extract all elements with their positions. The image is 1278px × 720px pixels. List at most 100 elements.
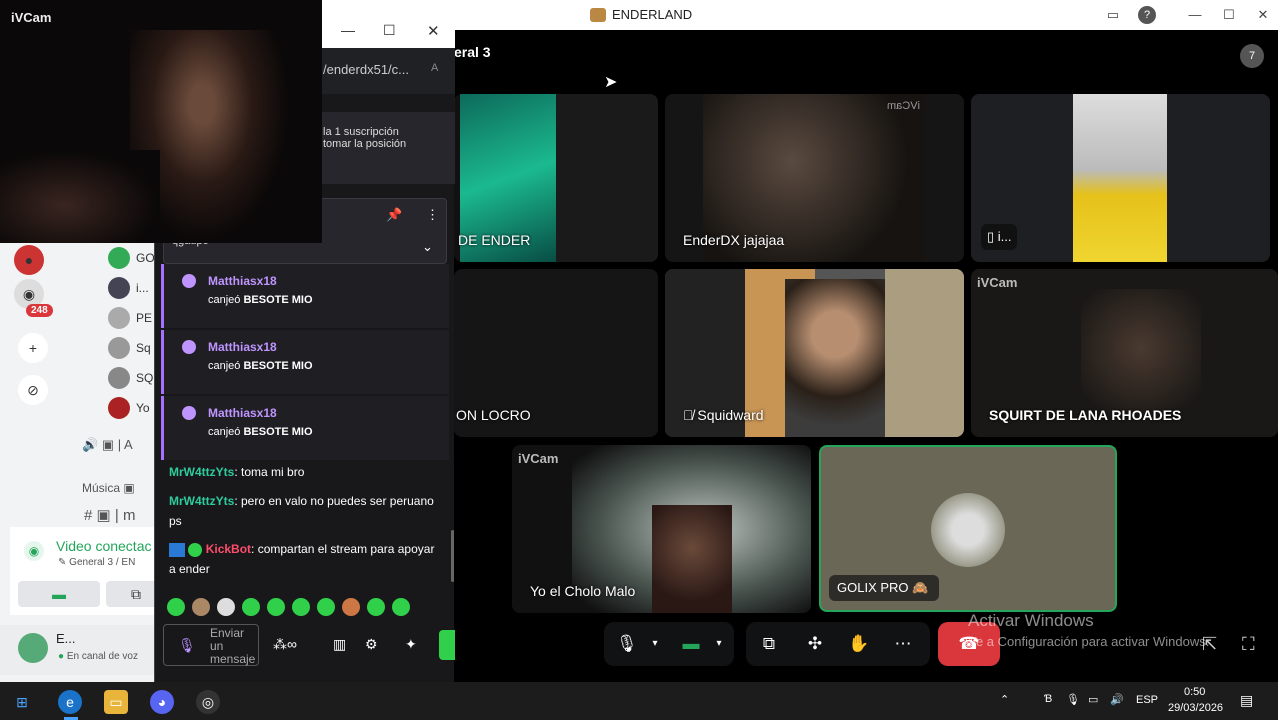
redeem-user[interactable]: Matthiasx18 [208, 340, 277, 354]
url-field[interactable]: /enderdx51/c... [323, 56, 443, 84]
redeem-message: canjeó BESOTE MIO [208, 426, 313, 438]
chat-scrollbar[interactable] [451, 530, 454, 582]
user-status: ● En canal de voz [58, 651, 138, 662]
close-button[interactable]: ✕ [1254, 6, 1272, 24]
microphone-icon[interactable]: 🎙 [616, 622, 638, 666]
chat-user[interactable]: MrW4ttzYts [169, 494, 234, 508]
send-button[interactable] [439, 630, 455, 660]
maximize-button[interactable]: ☐ [1220, 6, 1238, 24]
tray-mic-icon[interactable]: 🎙 [1066, 693, 1080, 706]
badge-icon [169, 542, 185, 557]
redeem-user[interactable]: Matthiasx18 [208, 274, 277, 288]
server-icon[interactable]: ● [14, 245, 44, 275]
emote-icon[interactable] [167, 598, 185, 616]
pin-icon[interactable]: 📌 [386, 207, 402, 223]
emote-icon[interactable] [392, 598, 410, 616]
video-button[interactable]: ▬ [18, 581, 100, 607]
chat-user[interactable]: MrW4ttzYts [169, 465, 234, 479]
video-tile[interactable]: iVCam Yo el Cholo Malo [512, 445, 811, 613]
phone-icon: ▯ [987, 229, 995, 244]
emote-icon[interactable] [192, 598, 210, 616]
avatar[interactable] [18, 633, 48, 663]
voice-user[interactable]: PE [108, 303, 152, 333]
emote-icon[interactable] [292, 598, 310, 616]
emote-icon[interactable] [267, 598, 285, 616]
discover-icon[interactable]: ⊘ [18, 375, 48, 405]
file-explorer-icon[interactable]: ▭ [104, 690, 128, 714]
emote-icon[interactable] [217, 598, 235, 616]
voice-user[interactable]: GO [108, 243, 155, 273]
inbox-icon[interactable]: ▭ [1104, 6, 1122, 24]
video-tile[interactable]: ▯ i... [971, 94, 1270, 262]
community-icon[interactable]: ⁂∞ [273, 636, 297, 653]
add-server-icon[interactable]: + [18, 333, 48, 363]
window-title: ENDERLAND [590, 7, 692, 22]
obs-icon[interactable]: ◎ [196, 690, 220, 714]
microphone-icon[interactable]: 🎙 [178, 637, 196, 654]
voice-user[interactable]: Sq [108, 333, 151, 363]
fullscreen-icon[interactable]: ⛶ [1242, 634, 1255, 655]
ivcam-preview-window[interactable]: iVCam [0, 0, 322, 243]
edge-icon[interactable]: e [58, 690, 82, 714]
avatar [108, 307, 130, 329]
minimize-button[interactable]: — [1186, 6, 1204, 24]
tray-chevron-icon[interactable]: ⌃ [1000, 693, 1009, 706]
chat-user[interactable]: KickBot [206, 542, 251, 556]
video-tile[interactable]: 🎙̸ Squidward [665, 269, 964, 437]
signal-icon[interactable]: ◉ [24, 541, 44, 561]
voice-user[interactable]: i... [108, 273, 149, 303]
camera-icon[interactable]: ▬ [680, 622, 702, 666]
popup-close-button[interactable]: ✕ [427, 22, 440, 40]
emote-icon[interactable] [367, 598, 385, 616]
members-icon[interactable]: 7 [1240, 44, 1264, 68]
emote-icon[interactable] [242, 598, 260, 616]
redeem-message: canjeó BESOTE MIO [208, 360, 313, 372]
settings-icon[interactable]: ⚙ [365, 636, 378, 653]
network-icon[interactable]: ▭ [1088, 693, 1098, 706]
store-icon[interactable]: ▥ [333, 636, 346, 653]
video-tile-speaking[interactable]: GOLIX PRO 🙈 [819, 445, 1117, 612]
redeem-user[interactable]: Matthiasx18 [208, 406, 277, 420]
popup-maximize-button[interactable]: ☐ [383, 22, 396, 39]
discord-icon[interactable]: ◕ [150, 690, 174, 714]
tray-app-icon[interactable]: Ɓ [1044, 693, 1052, 705]
emote-icon[interactable] [342, 598, 360, 616]
avatar [931, 493, 1005, 567]
start-icon[interactable]: ⊞ [10, 690, 34, 714]
voice-location[interactable]: ✎ General 3 / EN [58, 557, 135, 568]
screen-share-icon[interactable]: ⧉ [758, 622, 780, 666]
voice-user[interactable]: Yo [108, 393, 150, 423]
reader-icon[interactable]: A [431, 62, 438, 74]
voice-channel-row[interactable]: 🔊 ▣ | A [82, 437, 133, 453]
hash-icon: # [84, 507, 93, 524]
clock-time[interactable]: 0:50 [1184, 686, 1205, 698]
language-indicator[interactable]: ESP [1136, 694, 1158, 706]
channel-points-icon [182, 274, 196, 288]
chat-input[interactable]: 🎙 Enviar un mensaje [163, 624, 259, 666]
soundboard-icon[interactable]: ✋ [848, 622, 870, 666]
extension-icon[interactable]: ✦ [405, 636, 417, 653]
video-tile[interactable]: iVCam EnderDX jajajaa [665, 94, 964, 262]
chevron-down-icon[interactable]: ▾ [648, 622, 662, 666]
tile-label: DE ENDER [458, 232, 531, 248]
video-tile[interactable]: iVCam SQUIRT DE LANA RHOADES [971, 269, 1278, 437]
more-icon[interactable]: ⋯ [892, 622, 914, 666]
channel-points-icon [182, 340, 196, 354]
notifications-icon[interactable]: ▤ [1240, 692, 1253, 709]
clock-date[interactable]: 29/03/2026 [1168, 702, 1223, 714]
tile-label: ▯ i... [981, 224, 1017, 250]
chevron-down-icon[interactable]: ⌄ [422, 239, 433, 255]
video-tile[interactable]: DE ENDER [454, 94, 658, 262]
help-icon[interactable]: ? [1138, 6, 1156, 24]
volume-icon[interactable]: 🔊 [1110, 693, 1124, 706]
activities-icon[interactable]: ✣ [804, 622, 826, 666]
video-tile[interactable]: ON LOCRO [454, 269, 658, 437]
mute-icon: 🎙̸ [683, 407, 694, 423]
category-music[interactable]: Música ▣ [82, 481, 135, 495]
popup-minimize-button[interactable]: — [341, 22, 355, 38]
text-channel[interactable]: # ▣ | m [84, 506, 135, 524]
emote-icon[interactable] [317, 598, 335, 616]
chevron-down-icon[interactable]: ▾ [712, 622, 726, 666]
kebab-menu-icon[interactable]: ⋮ [426, 207, 439, 223]
voice-user[interactable]: SQ [108, 363, 153, 393]
